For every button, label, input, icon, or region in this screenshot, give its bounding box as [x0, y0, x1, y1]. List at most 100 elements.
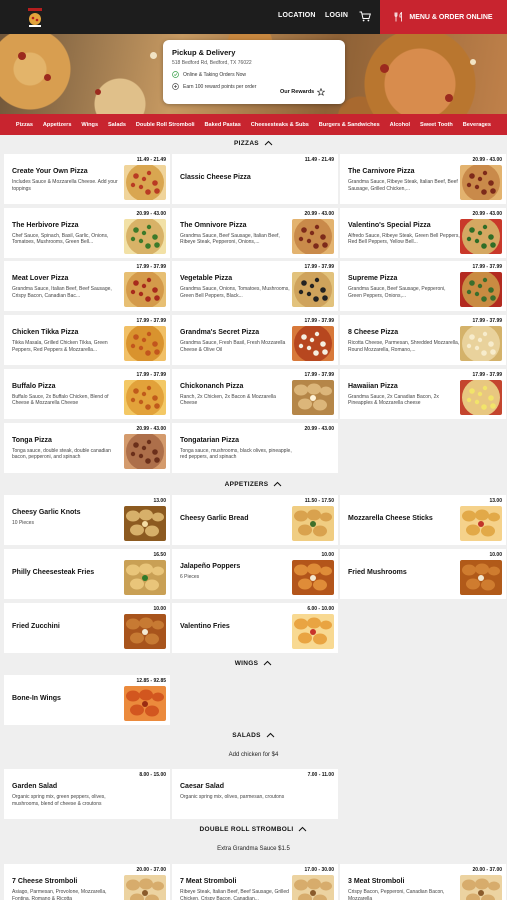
- menu-item-photo: [124, 614, 166, 649]
- menu-item-card[interactable]: 10.00 Fried Mushrooms: [340, 549, 506, 599]
- category-appetizers[interactable]: Appetizers: [43, 122, 72, 128]
- menu-item-card[interactable]: 17.00 - 30.00 7 Meat Stromboli Ribeye Stea…: [172, 864, 338, 900]
- category-baked-pastas[interactable]: Baked Pastas: [204, 122, 240, 128]
- menu-item-card[interactable]: 13.00 Mozzarella Cheese Sticks: [340, 495, 506, 545]
- menu-item-card[interactable]: 17.99 - 37.99 Supreme Pizza Grandma Sauce,…: [340, 261, 506, 312]
- menu-item-card[interactable]: 20.99 - 43.00 The Omnivore Pizza Grandma S…: [172, 207, 338, 258]
- order-button-label: MENU & ORDER ONLINE: [409, 13, 493, 21]
- menu-item-card[interactable]: 11.49 - 21.49 Create Your Own Pizza Includ…: [4, 154, 170, 204]
- menu-item-card[interactable]: 20.00 - 37.00 3 Meat Stromboli Crispy Baco…: [340, 864, 506, 900]
- menu-item-name: Valentino's Special Pizza: [348, 221, 431, 229]
- category-beverages[interactable]: Beverages: [463, 122, 491, 128]
- menu-item-price: 17.99 - 37.99: [136, 318, 166, 325]
- menu-item-description: Grandma Sauce, 2x Canadian Bacon, 2x Pin…: [348, 393, 439, 407]
- utensils-icon: [394, 12, 403, 22]
- section-title: DOUBLE ROLL STROMBOLI: [199, 825, 294, 833]
- menu-item-description: Grandma Sauce, Ribeye Steak, Italian Bee…: [348, 179, 458, 192]
- menu-item-photo: [460, 165, 502, 200]
- category-pizzas[interactable]: Pizzas: [16, 122, 33, 128]
- menu-item-description: Grandma Sauce, Fresh Basil, Fresh Mozzar…: [180, 340, 286, 353]
- menu-item-price: 17.99 - 37.99: [304, 371, 334, 378]
- chevron-up-icon: [274, 481, 282, 487]
- menu-item-name: Buffalo Pizza: [12, 382, 56, 390]
- menu-item-description: Grandma Sauce, Beef Sausage, Italian Bee…: [180, 232, 280, 246]
- menu-item-name: Jalapeño Poppers: [180, 563, 241, 570]
- menu-item-card[interactable]: 17.99 - 37.99 Meat Lover Pizza Grandma Sau…: [4, 261, 170, 312]
- menu-item-card[interactable]: 10.00 Fried Zucchini: [4, 603, 170, 653]
- menu-item-card[interactable]: 8.00 - 15.00 Garden Salad Organic spring m…: [4, 769, 170, 819]
- menu-item-card[interactable]: 17.99 - 37.99 Buffalo Pizza Buffalo Sauce,…: [4, 368, 170, 419]
- menu-item-card[interactable]: 17.99 - 37.99 Vegetable Pizza Grandma Sauc…: [172, 261, 338, 312]
- menu-item-description: Includes Sauce & Mozzarella Cheese. Add …: [12, 179, 118, 192]
- menu-item-card[interactable]: 7.00 - 11.00 Caesar Salad Organic spring m…: [172, 769, 338, 819]
- section-header-salads[interactable]: SALADS: [0, 729, 507, 741]
- menu-item-card[interactable]: 17.99 - 37.99 Grandma's Secret Pizza Grand…: [172, 315, 338, 366]
- menu-item-card[interactable]: 12.85 - 92.85 Bone-In Wings: [4, 675, 170, 725]
- menu-item-card[interactable]: 10.00 Jalapeño Poppers 6 Pieces: [172, 549, 338, 599]
- menu-item-price: 17.99 - 37.99: [472, 371, 502, 378]
- menu-item-description: Alfredo Sauce, Ribeye Steak, Green Bell …: [348, 232, 460, 246]
- menu-item-description: Grandma Sauce, Beef Sausage, Pepperoni, …: [348, 286, 446, 299]
- menu-item-photo: [292, 506, 334, 541]
- menu-item-card[interactable]: 20.00 - 37.00 7 Cheese Stromboli Asiago, P…: [4, 864, 170, 900]
- category-sweet-tooth[interactable]: Sweet Tooth: [420, 122, 453, 128]
- menu-item-price: 20.99 - 43.00: [472, 210, 502, 217]
- menu-item-photo: [124, 506, 166, 541]
- category-alcohol[interactable]: Alcohol: [390, 122, 411, 128]
- menu-item-name: 3 Meat Stromboli: [348, 878, 405, 885]
- menu-item-name: Cheesy Garlic Bread: [180, 515, 249, 522]
- menu-item-name: Fried Zucchini: [12, 623, 60, 630]
- menu-item-name: Create Your Own Pizza: [12, 168, 88, 175]
- menu-item-description: Tonga sauce, mushrooms, black olives, pi…: [180, 447, 292, 461]
- section-header-wings[interactable]: WINGS: [0, 657, 507, 669]
- menu-item-card[interactable]: 20.99 - 43.00 The Herbivore Pizza Chef Sau…: [4, 207, 170, 258]
- menu-item-card[interactable]: 20.99 - 43.00 Tongatarian Pizza Tonga sauc…: [172, 422, 338, 473]
- cart-icon[interactable]: [359, 11, 371, 22]
- menu-item-photo: [292, 560, 334, 595]
- menu-item-description: Tonga sauce, double steak, double canadi…: [12, 447, 111, 461]
- category-stromboli[interactable]: Double Roll Stromboli: [136, 122, 195, 128]
- section-header-pizzas[interactable]: PIZZAS: [0, 137, 507, 149]
- menu-item-price: 11.50 - 17.50: [304, 498, 334, 504]
- menu-item-card[interactable]: 11.49 - 21.49 Classic Cheese Pizza: [172, 154, 338, 204]
- menu-item-card[interactable]: 20.99 - 43.00 Tonga Pizza Tonga sauce, dou…: [4, 422, 170, 473]
- menu-item-name: 7 Cheese Stromboli: [12, 878, 78, 885]
- section-header-stromboli[interactable]: DOUBLE ROLL STROMBOLI: [0, 823, 507, 835]
- category-salads[interactable]: Salads: [108, 122, 126, 128]
- menu-item-name: Chickonanch Pizza: [180, 382, 244, 390]
- menu-item-card[interactable]: 11.50 - 17.50 Cheesy Garlic Bread: [172, 495, 338, 545]
- menu-item-card[interactable]: 17.99 - 37.99 Hawaiian Pizza Grandma Sauce…: [340, 368, 506, 419]
- pickup-address: 518 Bedford Rd, Bedford, TX 76022: [172, 60, 252, 66]
- menu-item-card[interactable]: 16.50 Philly Cheesesteak Fries: [4, 549, 170, 599]
- menu-order-online-button[interactable]: MENU & ORDER ONLINE: [380, 0, 507, 34]
- category-wings[interactable]: Wings: [81, 122, 98, 128]
- menu-item-price: 12.85 - 92.85: [136, 678, 166, 684]
- category-cheesesteaks[interactable]: Cheesesteaks & Subs: [251, 122, 309, 128]
- menu-item-card[interactable]: 6.00 - 10.00 Valentino Fries: [172, 603, 338, 653]
- section-title: PIZZAS: [234, 139, 259, 147]
- our-rewards-link[interactable]: Our Rewards: [280, 88, 326, 96]
- menu-item-photo: [124, 875, 166, 900]
- menu-item-price: 17.99 - 37.99: [136, 264, 166, 271]
- restaurant-logo[interactable]: [24, 6, 46, 28]
- location-link[interactable]: LOCATION: [278, 12, 316, 19]
- menu-item-name: The Herbivore Pizza: [12, 221, 79, 229]
- menu-item-description: Tikka Masala, Grilled Chicken Tikka, Gre…: [12, 340, 108, 353]
- menu-item-description: Ricotta Cheese, Parmesan, Shredded Mozza…: [348, 340, 460, 353]
- menu-item-card[interactable]: 20.99 - 43.00 Valentino's Special Pizza Al…: [340, 207, 506, 258]
- login-link[interactable]: LOGIN: [325, 12, 348, 19]
- menu-item-card[interactable]: 17.99 - 37.99 Chickonanch Pizza Ranch, 2x …: [172, 368, 338, 419]
- menu-item-name: Vegetable Pizza: [180, 275, 233, 283]
- menu-item-card[interactable]: 17.99 - 37.99 8 Cheese Pizza Ricotta Chees…: [340, 315, 506, 366]
- chevron-up-icon: [299, 826, 307, 832]
- section-header-appetizers[interactable]: APPETIZERS: [0, 478, 507, 490]
- menu-item-photo: [124, 326, 166, 362]
- menu-item-card[interactable]: 13.00 Cheesy Garlic Knots 10 Pieces: [4, 495, 170, 545]
- menu-item-price: 20.99 - 43.00: [472, 157, 502, 163]
- menu-item-name: Bone-In Wings: [12, 695, 61, 702]
- menu-item-card[interactable]: 17.99 - 37.99 Chicken Tikka Pizza Tikka Ma…: [4, 315, 170, 366]
- star-icon: [317, 88, 326, 96]
- category-burgers[interactable]: Burgers & Sandwiches: [319, 122, 380, 128]
- menu-item-card[interactable]: 20.99 - 43.00 The Carnivore Pizza Grandma …: [340, 154, 506, 204]
- menu-item-photo: [460, 218, 502, 254]
